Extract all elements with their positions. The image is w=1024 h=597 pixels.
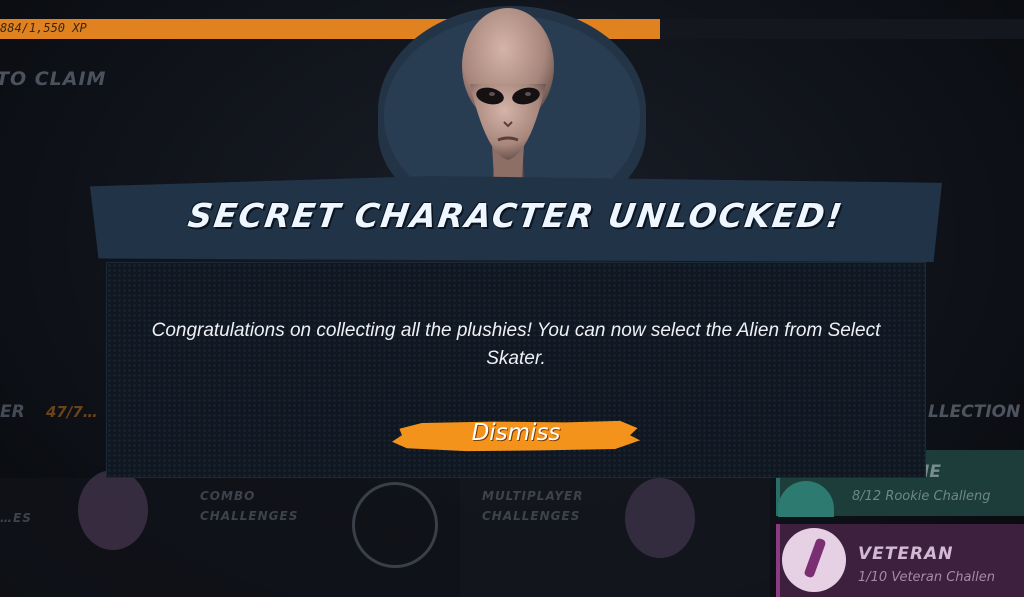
multiplayer-challenges-icon[interactable] (625, 478, 695, 558)
claim-label: TO CLAIM (0, 68, 107, 90)
rookie-progress: 8/12 Rookie Challeng (852, 489, 991, 504)
xp-progress-text: 884/1,550 XP (0, 21, 87, 35)
combo-challenges-icon[interactable] (352, 482, 438, 568)
dismiss-button[interactable]: Dismiss (392, 418, 640, 454)
challenge-category-icon[interactable] (78, 470, 148, 550)
skater-count: 47/7… (46, 403, 98, 421)
category-label-left: …ES (0, 511, 32, 525)
xp-progress-track (660, 19, 1024, 39)
veteran-title: VETERAN (858, 544, 954, 564)
dialog-title: SECRET CHARACTER UNLOCKED! (185, 196, 847, 235)
alien-portrait-icon (462, 8, 554, 194)
dismiss-label: Dismiss (471, 420, 561, 446)
combo-challenges-label-text: COMBO CHALLENGES (200, 489, 299, 523)
skater-label: ER (0, 402, 25, 422)
skater-icon (782, 528, 846, 592)
veteran-progress: 1/10 Veteran Challen (858, 570, 995, 585)
dialog-message: Congratulations on collecting all the pl… (151, 320, 881, 369)
collection-label: LLECTION (928, 402, 1021, 422)
multiplayer-challenges-label-text: MULTIPLAYER CHALLENGES (482, 489, 584, 523)
combo-challenges-label: COMBO CHALLENGES (200, 486, 298, 526)
multiplayer-challenges-label: MULTIPLAYER CHALLENGES (482, 486, 583, 526)
